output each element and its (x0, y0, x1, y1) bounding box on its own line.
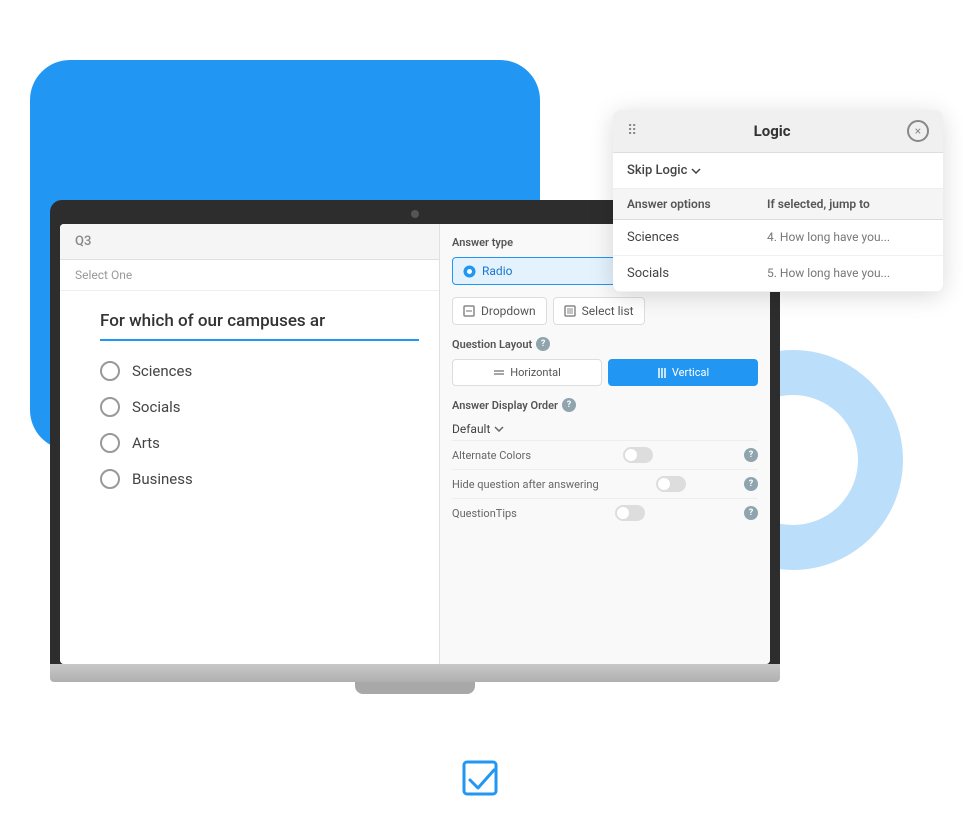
radio-icon (463, 265, 476, 278)
logic-answer-socials: Socials (613, 256, 753, 291)
logic-table-header: Answer options If selected, jump to (613, 189, 943, 220)
layout-info-icon: ? (536, 337, 550, 351)
dropdown-type-btn[interactable]: Dropdown (452, 297, 547, 325)
answer-display-label: Answer Display Order ? (452, 398, 758, 412)
vertical-layout-btn[interactable]: Vertical (608, 359, 758, 386)
question-tips-toggle[interactable] (615, 505, 645, 521)
select-one-text: Select One (60, 260, 439, 291)
horizontal-layout-btn[interactable]: Horizontal (452, 359, 602, 386)
alternate-colors-row: Alternate Colors ? (452, 440, 758, 469)
answer-option-business: Business (100, 469, 419, 489)
display-info-icon: ? (562, 398, 576, 412)
select-list-icon (564, 305, 576, 317)
answer-label-arts: Arts (132, 434, 160, 452)
survey-header: Q3 (60, 224, 439, 260)
skip-logic-chevron (691, 168, 701, 174)
skip-logic-label: Skip Logic (627, 163, 687, 178)
drag-icon: ⠿ (627, 123, 637, 139)
laptop-base (50, 664, 780, 682)
vertical-icon (657, 367, 667, 379)
skip-logic-button[interactable]: Skip Logic (627, 163, 701, 178)
logic-jump-socials: 5. How long have you... (753, 256, 943, 291)
answer-label-socials: Socials (132, 398, 181, 416)
type-row: Dropdown Select list (452, 297, 758, 325)
logic-subheader: Skip Logic (613, 153, 943, 189)
answer-label-business: Business (132, 470, 193, 488)
alternate-info-icon: ? (744, 448, 758, 462)
answer-option-arts: Arts (100, 433, 419, 453)
question-tips-label: QuestionTips (452, 507, 517, 520)
logic-answer-sciences: Sciences (613, 220, 753, 255)
logic-row-socials: Socials 5. How long have you... (613, 256, 943, 292)
laptop-camera (411, 210, 419, 218)
radio-arts[interactable] (100, 433, 120, 453)
tips-info-icon: ? (744, 506, 758, 520)
logic-panel: ⠿ Logic × Skip Logic Answer options If s… (613, 110, 943, 292)
logic-close-button[interactable]: × (907, 120, 929, 142)
display-dropdown[interactable]: Default (452, 418, 758, 440)
alternate-colors-toggle[interactable] (623, 447, 653, 463)
q3-badge: Q3 (75, 234, 91, 249)
logic-title: Logic (754, 122, 791, 140)
hide-question-toggle[interactable] (656, 476, 686, 492)
radio-business[interactable] (100, 469, 120, 489)
col-jump-to: If selected, jump to (753, 189, 943, 219)
survey-panel: Q3 Select One For which of our campuses … (60, 224, 440, 664)
dropdown-btn-label: Dropdown (481, 304, 536, 318)
survey-content: For which of our campuses ar Sciences So… (60, 291, 439, 664)
bottom-icon (460, 758, 504, 806)
answer-option-socials: Socials (100, 397, 419, 417)
alternate-colors-label: Alternate Colors (452, 449, 531, 462)
dropdown-icon (463, 305, 475, 317)
answer-option-sciences: Sciences (100, 361, 419, 381)
logic-header: ⠿ Logic × (613, 110, 943, 153)
question-text: For which of our campuses ar (100, 311, 419, 341)
hide-question-row: Hide question after answering ? (452, 469, 758, 498)
checkbox-icon (460, 758, 504, 802)
layout-options: Horizontal Vertical (452, 359, 758, 386)
hide-question-label: Hide question after answering (452, 478, 599, 491)
radio-sciences[interactable] (100, 361, 120, 381)
radio-btn-label: Radio (482, 264, 512, 278)
logic-row-sciences: Sciences 4. How long have you... (613, 220, 943, 256)
default-option: Default (452, 422, 490, 436)
answer-label-sciences: Sciences (132, 362, 192, 380)
logic-table: Answer options If selected, jump to Scie… (613, 189, 943, 292)
question-layout-label: Question Layout ? (452, 337, 758, 351)
select-list-type-btn[interactable]: Select list (553, 297, 645, 325)
hide-info-icon: ? (744, 477, 758, 491)
question-tips-row: QuestionTips ? (452, 498, 758, 527)
chevron-down-icon (494, 426, 504, 432)
select-list-btn-label: Select list (582, 304, 634, 318)
col-answer-options: Answer options (613, 189, 753, 219)
radio-socials[interactable] (100, 397, 120, 417)
horizontal-icon (493, 368, 505, 378)
logic-jump-sciences: 4. How long have you... (753, 220, 943, 255)
laptop-stand (355, 682, 475, 694)
